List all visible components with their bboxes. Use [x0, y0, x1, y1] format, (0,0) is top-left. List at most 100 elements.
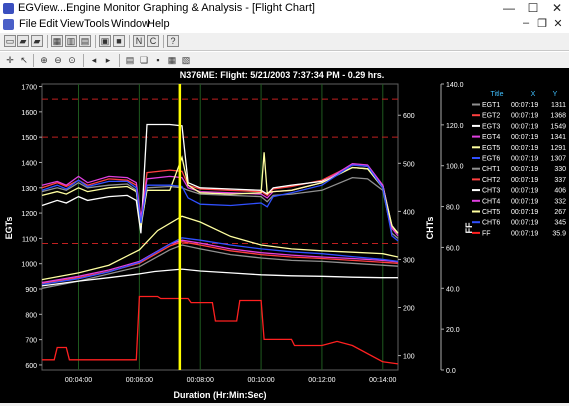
cht-tick-label: 300: [403, 257, 415, 264]
chart-title: N376ME: Flight: 5/21/2003 7:37:34 PM - 0…: [180, 70, 385, 80]
legend-y: 1307: [550, 156, 566, 163]
n-icon[interactable]: N: [133, 35, 145, 47]
menu-window[interactable]: Window: [111, 18, 150, 30]
toolbar-separator: [163, 35, 164, 48]
cht-tick-label: 100: [403, 354, 415, 361]
legend-name: CHT5: [482, 209, 500, 216]
ff-tick-label: 120.0: [446, 123, 464, 130]
columns-icon[interactable]: ▥: [65, 35, 77, 47]
ff-tick-label: 0.0: [446, 368, 456, 375]
next-range-icon[interactable]: ▸: [102, 54, 114, 66]
flight-chart[interactable]: N376ME: Flight: 5/21/2003 7:37:34 PM - 0…: [0, 68, 569, 403]
copy-icon[interactable]: ❏: [138, 54, 150, 66]
menu-help[interactable]: Help: [147, 18, 170, 30]
x-tick-label: 00:06:00: [126, 377, 153, 384]
mdi-close-button[interactable]: ✕: [551, 17, 565, 30]
toolbar-separator: [129, 35, 130, 48]
open-file-icon[interactable]: ▰: [31, 35, 43, 47]
egt-tick-label: 1400: [21, 160, 37, 167]
series-line-cht5: [41, 215, 399, 281]
flight-chart-panel[interactable]: N376ME: Flight: 5/21/2003 7:37:34 PM - 0…: [0, 68, 569, 403]
close-button[interactable]: ✕: [545, 0, 569, 17]
minimize-button[interactable]: —: [497, 0, 521, 17]
menu-tools[interactable]: Tools: [84, 18, 110, 30]
legend-y: 1549: [550, 123, 566, 130]
legend-name: EGT5: [482, 145, 500, 152]
c-icon[interactable]: C: [147, 35, 159, 47]
main-toolbar: ▭ ▰ ▰ ▦ ▥ ▤ ▣ ■ N C ?: [0, 32, 569, 51]
x-axis-label: Duration (Hr:Min:Sec): [174, 390, 267, 400]
app-icon: [3, 3, 14, 14]
menu-bar: File Edit View Tools Window Help – ❐ ✕: [0, 17, 569, 32]
ff-axis-label: FF: [464, 222, 474, 233]
table-icon[interactable]: ▤: [79, 35, 91, 47]
new-file-icon[interactable]: ▭: [4, 35, 16, 47]
legend-y: 345: [554, 220, 566, 227]
series-line-cht4: [41, 239, 399, 284]
toolbar-separator: [119, 54, 120, 67]
egt-tick-label: 1000: [21, 262, 37, 269]
legend-name: CHT3: [482, 188, 500, 195]
compare-icon[interactable]: ▦: [51, 35, 63, 47]
mdi-minimize-button[interactable]: –: [519, 17, 533, 29]
legend-y: 1341: [550, 134, 566, 141]
help-icon[interactable]: ?: [167, 35, 179, 47]
stop-icon[interactable]: ■: [113, 35, 125, 47]
mdi-restore-button[interactable]: ❐: [535, 17, 549, 30]
legend-y: 1291: [550, 145, 566, 152]
egt-tick-label: 900: [25, 287, 37, 294]
legend-x: 00:07:19: [511, 209, 538, 216]
cht-tick-label: 200: [403, 306, 415, 313]
series-line-ff: [42, 295, 399, 365]
maximize-button[interactable]: ☐: [521, 0, 545, 17]
legend-name: EGT1: [482, 102, 500, 109]
legend-y: 267: [554, 209, 566, 216]
toolbar-separator: [47, 35, 48, 48]
legend: Title X Y EGT1 00:07:19 1311 EGT2 00:07:19 1368 E…: [472, 91, 566, 237]
menu-view[interactable]: View: [60, 18, 84, 30]
cht-axis-label: CHTs: [425, 217, 435, 240]
pan-icon[interactable]: ✛: [4, 54, 16, 66]
x-tick-label: 00:12:00: [308, 377, 335, 384]
menu-file[interactable]: File: [19, 18, 37, 30]
legend-header: X: [531, 91, 536, 98]
print-icon[interactable]: ▦: [166, 54, 178, 66]
zoom-out-icon[interactable]: ⊖: [52, 54, 64, 66]
menu-edit[interactable]: Edit: [39, 18, 58, 30]
zoom-in-icon[interactable]: ⊕: [38, 54, 50, 66]
pointer-icon[interactable]: ↖: [18, 54, 30, 66]
document-icon[interactable]: [3, 19, 14, 30]
ff-tick-label: 20.0: [446, 327, 460, 334]
export-icon[interactable]: ▧: [180, 54, 192, 66]
legend-y: 330: [554, 166, 566, 173]
egt-tick-label: 1700: [21, 85, 37, 92]
legend-x: 00:07:19: [511, 113, 538, 120]
prev-range-icon[interactable]: ◂: [88, 54, 100, 66]
page-setup-icon[interactable]: ▤: [124, 54, 136, 66]
legend-x: 00:07:19: [511, 198, 538, 205]
cht-tick-label: 400: [403, 209, 415, 216]
open-folder-icon[interactable]: ▰: [17, 35, 29, 47]
egt-tick-label: 600: [25, 363, 37, 370]
x-tick-label: 00:10:00: [247, 377, 274, 384]
legend-x: 00:07:19: [511, 145, 538, 152]
cht-tick-label: 600: [403, 113, 415, 120]
legend-x: 00:07:19: [511, 134, 538, 141]
legend-name: EGT6: [482, 156, 500, 163]
save-icon[interactable]: ▪: [152, 54, 164, 66]
cht-tick-label: 500: [403, 161, 415, 168]
window-title: EGView...Engine Monitor Graphing & Analy…: [18, 2, 315, 14]
egt-tick-label: 1300: [21, 186, 37, 193]
zoom-fit-icon[interactable]: ⊙: [66, 54, 78, 66]
ff-tick-label: 140.0: [446, 82, 464, 89]
series-line-egt4: [41, 163, 399, 237]
egt-tick-label: 1600: [21, 110, 37, 117]
legend-name: FF: [482, 230, 491, 237]
legend-x: 00:07:19: [511, 230, 538, 237]
image-icon[interactable]: ▣: [99, 35, 111, 47]
egt-tick-label: 800: [25, 312, 37, 319]
title-bar: EGView...Engine Monitor Graphing & Analy…: [0, 0, 569, 18]
legend-y: 1368: [550, 113, 566, 120]
series-line-egt6: [41, 164, 399, 242]
series-line-egt3: [41, 123, 399, 234]
